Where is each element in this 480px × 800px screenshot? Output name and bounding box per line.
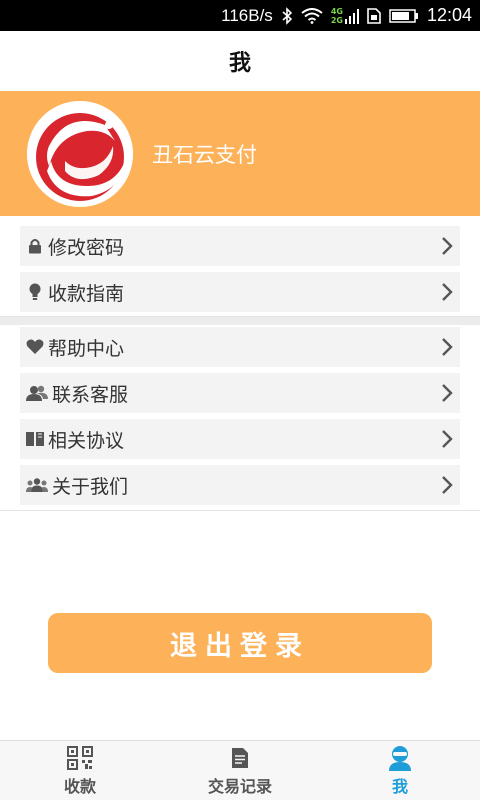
bottom-tab-bar: 收款 交易记录 我 [0, 740, 480, 800]
menu-item-agreements[interactable]: 相关协议 [20, 419, 460, 459]
book-icon [26, 430, 44, 448]
menu-item-label: 相关协议 [48, 429, 125, 452]
tab-label: 收款 [63, 776, 96, 796]
tab-me[interactable]: 我 [320, 741, 480, 800]
menu-item-about-us[interactable]: 关于我们 [20, 465, 460, 505]
document-icon [226, 745, 254, 771]
header: 我 [0, 31, 480, 91]
chevron-right-icon [442, 476, 453, 494]
menu-item-payment-guide[interactable]: 收款指南 [20, 272, 460, 312]
clock: 12:04 [426, 5, 472, 25]
network-speed: 116B/s [221, 5, 273, 25]
network-2g-label: 2G [330, 15, 343, 25]
battery-icon [389, 8, 419, 23]
menu-item-label: 修改密码 [48, 236, 125, 259]
tab-collect[interactable]: 收款 [0, 741, 160, 800]
logo-icon [27, 100, 133, 207]
page-title: 我 [228, 51, 251, 76]
network-4g-label: 4G [330, 6, 343, 16]
menu-item-label: 帮助中心 [48, 337, 125, 360]
menu-item-label: 收款指南 [48, 282, 125, 305]
group-icon [26, 476, 48, 494]
menu-group-support: 帮助中心 联系客服 相关协议 关于我们 [0, 325, 480, 511]
menu-item-label: 联系客服 [52, 383, 129, 406]
profile-banner: 丑石云支付 [0, 91, 480, 216]
contacts-icon [26, 384, 48, 402]
bluetooth-icon [281, 6, 293, 25]
tab-transactions[interactable]: 交易记录 [160, 741, 320, 800]
menu-item-change-password[interactable]: 修改密码 [20, 226, 460, 266]
menu-item-help-center[interactable]: 帮助中心 [20, 327, 460, 367]
chevron-right-icon [442, 237, 453, 255]
wifi-icon [301, 7, 323, 24]
signal-icon: 4G 2G [331, 7, 359, 25]
status-bar: 116B/s 4G 2G 12:04 [0, 0, 480, 31]
lock-icon [26, 237, 44, 255]
qrcode-icon [66, 745, 94, 771]
section-divider [0, 317, 480, 325]
chevron-right-icon [442, 430, 453, 448]
avatar[interactable] [27, 100, 133, 207]
heart-icon [26, 338, 44, 356]
bulb-icon [26, 283, 44, 301]
chevron-right-icon [442, 283, 453, 301]
menu-item-contact-support[interactable]: 联系客服 [20, 373, 460, 413]
menu-item-label: 关于我们 [52, 475, 129, 498]
merchant-name: 丑石云支付 [152, 142, 257, 167]
menu-group-account: 修改密码 收款指南 [0, 216, 480, 317]
tab-label: 交易记录 [207, 776, 272, 796]
logout-button[interactable]: 退出登录 [48, 613, 432, 673]
user-icon [386, 745, 414, 771]
chevron-right-icon [442, 338, 453, 356]
tab-label: 我 [391, 776, 408, 796]
sim-icon [367, 7, 381, 24]
chevron-right-icon [442, 384, 453, 402]
